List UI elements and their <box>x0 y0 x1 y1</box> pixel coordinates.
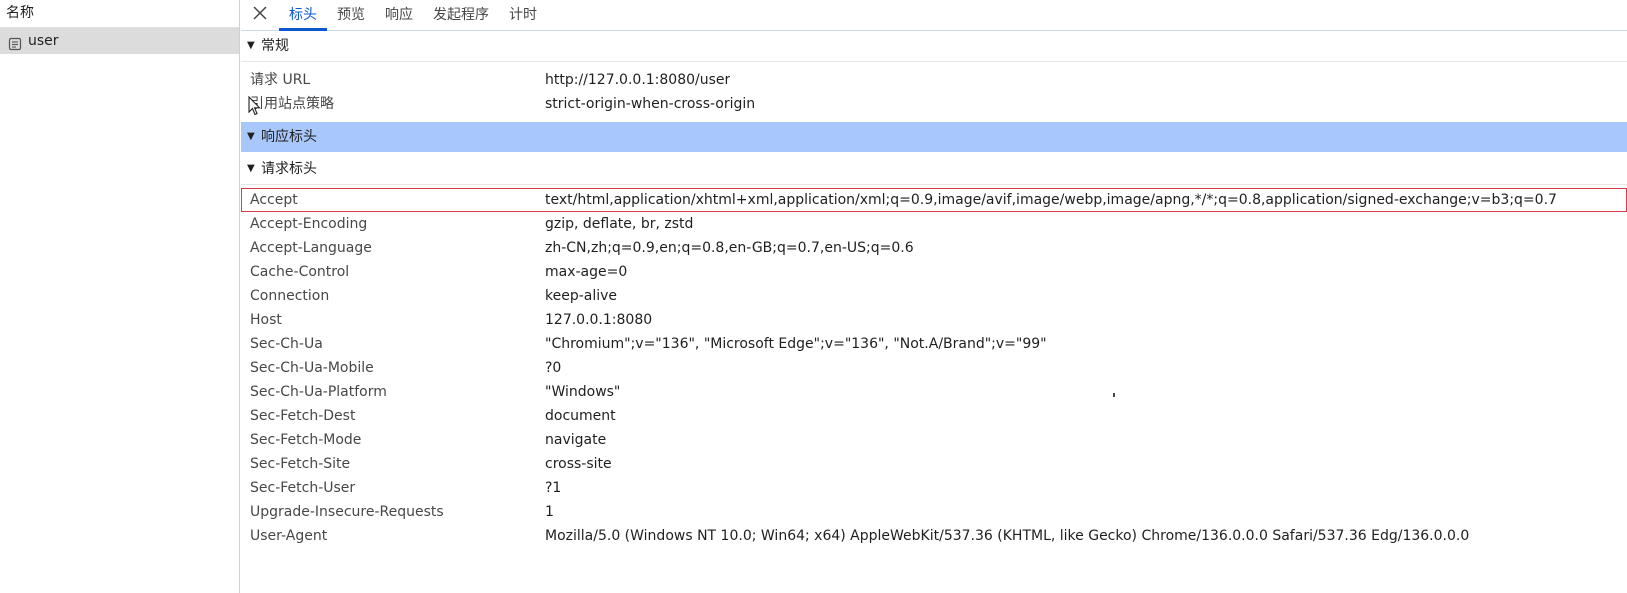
general-row-referrer-policy[interactable]: 引用站点策略 strict-origin-when-cross-origin <box>241 92 1627 116</box>
header-key: Accept-Encoding <box>250 216 368 232</box>
section-request-headers-header[interactable]: ▼ 请求标头 <box>241 154 1627 184</box>
general-row-request-url[interactable]: 请求 URL http://127.0.0.1:8080/user <box>241 68 1627 92</box>
request-header-row[interactable]: Cache-Control max-age=0 <box>241 260 1627 284</box>
section-request-headers-title: 请求标头 <box>261 161 317 177</box>
header-value[interactable]: 127.0.0.1:8080 <box>545 308 652 332</box>
header-key: Sec-Fetch-Site <box>250 456 351 472</box>
header-value[interactable]: http://127.0.0.1:8080/user <box>545 68 730 92</box>
header-value[interactable]: ?0 <box>545 356 561 380</box>
section-general-header[interactable]: ▼ 常规 <box>241 31 1627 61</box>
request-headers-list: Accept text/html,application/xhtml+xml,a… <box>241 185 1627 548</box>
tab-initiator[interactable]: 发起程序 <box>423 0 499 30</box>
general-list: 请求 URL http://127.0.0.1:8080/user 引用站点策略… <box>241 62 1627 122</box>
tab-headers[interactable]: 标头 <box>279 0 327 31</box>
expanded-triangle-icon: ▼ <box>247 163 255 174</box>
header-key: Upgrade-Insecure-Requests <box>250 504 444 520</box>
close-details-button[interactable] <box>241 0 279 30</box>
request-details-panel: 标头 预览 响应 发起程序 计时 ▼ 常规 请求 URL http://127.… <box>241 0 1627 593</box>
header-value[interactable]: keep-alive <box>545 284 617 308</box>
header-key: Sec-Fetch-Mode <box>250 432 362 448</box>
request-header-row[interactable]: Sec-Ch-Ua-Mobile ?0 <box>241 356 1627 380</box>
header-key: Accept <box>250 192 298 208</box>
request-header-row[interactable]: Accept-Encoding gzip, deflate, br, zstd <box>241 212 1627 236</box>
header-key: 引用站点策略 <box>250 96 334 112</box>
request-header-row[interactable]: Sec-Ch-Ua-Platform "Windows" <box>241 380 1627 404</box>
expanded-triangle-icon: ▼ <box>247 40 255 51</box>
details-tabbar: 标头 预览 响应 发起程序 计时 <box>241 0 1627 31</box>
header-value[interactable]: strict-origin-when-cross-origin <box>545 92 755 116</box>
header-key: 请求 URL <box>250 72 311 88</box>
header-key: Sec-Ch-Ua-Mobile <box>250 360 374 376</box>
close-icon <box>252 5 268 25</box>
header-key: Sec-Fetch-User <box>250 480 356 496</box>
header-value[interactable]: Mozilla/5.0 (Windows NT 10.0; Win64; x64… <box>545 524 1469 548</box>
tab-response[interactable]: 响应 <box>375 0 423 30</box>
stray-mark <box>1113 393 1115 397</box>
section-response-headers-header[interactable]: ▼ 响应标头 <box>241 122 1627 152</box>
header-value[interactable]: document <box>545 404 616 428</box>
section-response-headers-title: 响应标头 <box>261 129 317 145</box>
request-header-row[interactable]: Sec-Ch-Ua "Chromium";v="136", "Microsoft… <box>241 332 1627 356</box>
header-value[interactable]: gzip, deflate, br, zstd <box>545 212 693 236</box>
request-header-row[interactable]: Sec-Fetch-Site cross-site <box>241 452 1627 476</box>
request-header-row[interactable]: User-Agent Mozilla/5.0 (Windows NT 10.0;… <box>241 524 1627 548</box>
document-icon <box>8 34 22 51</box>
header-key: Accept-Language <box>250 240 372 256</box>
header-key: Cache-Control <box>250 264 350 280</box>
header-key: User-Agent <box>250 528 328 544</box>
header-value[interactable]: zh-CN,zh;q=0.9,en;q=0.8,en-GB;q=0.7,en-U… <box>545 236 914 260</box>
expanded-triangle-icon: ▼ <box>247 131 255 142</box>
header-key: Sec-Ch-Ua <box>250 336 323 352</box>
request-header-row[interactable]: Host 127.0.0.1:8080 <box>241 308 1627 332</box>
header-key: Host <box>250 312 282 328</box>
request-header-row-accept[interactable]: Accept text/html,application/xhtml+xml,a… <box>241 188 1627 212</box>
request-list-panel: 名称 user <box>0 0 240 593</box>
request-header-row[interactable]: Sec-Fetch-Mode navigate <box>241 428 1627 452</box>
section-general-title: 常规 <box>261 38 289 54</box>
header-value[interactable]: max-age=0 <box>545 260 627 284</box>
header-value[interactable]: text/html,application/xhtml+xml,applicat… <box>545 188 1557 212</box>
header-key: Sec-Fetch-Dest <box>250 408 356 424</box>
header-value[interactable]: cross-site <box>545 452 612 476</box>
request-header-row[interactable]: Upgrade-Insecure-Requests 1 <box>241 500 1627 524</box>
header-value[interactable]: 1 <box>545 500 554 524</box>
tab-preview[interactable]: 预览 <box>327 0 375 30</box>
request-item-user[interactable]: user <box>0 28 239 54</box>
request-item-label: user <box>28 33 59 49</box>
name-column-header[interactable]: 名称 <box>0 0 239 28</box>
header-value[interactable]: "Windows" <box>545 380 620 404</box>
header-key: Sec-Ch-Ua-Platform <box>250 384 387 400</box>
request-header-row[interactable]: Sec-Fetch-Dest document <box>241 404 1627 428</box>
header-value[interactable]: ?1 <box>545 476 561 500</box>
request-header-row[interactable]: Sec-Fetch-User ?1 <box>241 476 1627 500</box>
tab-timing[interactable]: 计时 <box>499 0 547 30</box>
header-key: Connection <box>250 288 330 304</box>
request-header-row[interactable]: Connection keep-alive <box>241 284 1627 308</box>
header-value[interactable]: navigate <box>545 428 606 452</box>
header-value[interactable]: "Chromium";v="136", "Microsoft Edge";v="… <box>545 332 1047 356</box>
request-header-row[interactable]: Accept-Language zh-CN,zh;q=0.9,en;q=0.8,… <box>241 236 1627 260</box>
